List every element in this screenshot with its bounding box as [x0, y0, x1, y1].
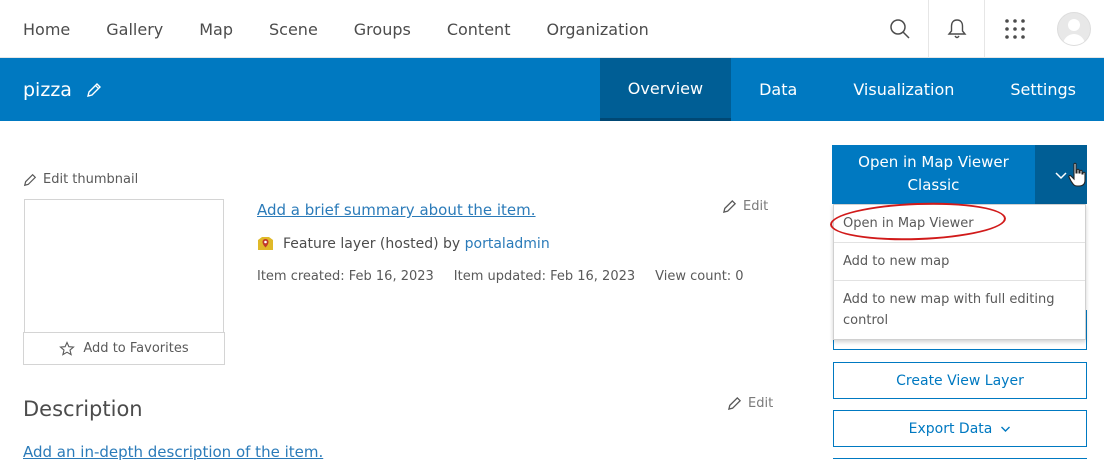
export-data-button[interactable]: Export Data: [833, 410, 1087, 447]
nav-scene[interactable]: Scene: [251, 20, 336, 39]
search-icon: [890, 19, 910, 39]
view-count: View count: 0: [655, 269, 744, 284]
item-type-line: Feature layer (hosted) by portaladmin: [257, 235, 550, 252]
edit-title-icon[interactable]: [86, 82, 102, 98]
add-description-link[interactable]: Add an in-depth description of the item.: [23, 443, 323, 460]
nav-home[interactable]: Home: [0, 20, 88, 39]
item-type-text: Feature layer (hosted) by: [283, 235, 461, 252]
description-heading: Description: [23, 397, 143, 421]
pencil-icon: [23, 173, 37, 186]
edit-description-button[interactable]: Edit: [727, 396, 773, 411]
search-button[interactable]: [872, 0, 928, 58]
nav-content[interactable]: Content: [429, 20, 529, 39]
add-summary-link[interactable]: Add a brief summary about the item.: [257, 201, 536, 219]
item-header: pizza Overview Data Visualization Settin…: [0, 58, 1104, 121]
created-date: Item created: Feb 16, 2023: [257, 269, 434, 284]
pencil-icon: [722, 199, 737, 214]
create-view-layer-button[interactable]: Create View Layer: [833, 362, 1087, 399]
item-metadata: Item created: Feb 16, 2023 Item updated:…: [257, 269, 744, 284]
hand-cursor-icon: [1068, 162, 1086, 187]
nav-map[interactable]: Map: [181, 20, 251, 39]
create-view-layer-label: Create View Layer: [896, 372, 1024, 389]
tab-data[interactable]: Data: [731, 58, 825, 121]
owner-link[interactable]: portaladmin: [465, 236, 550, 252]
add-to-favorites-button[interactable]: Add to Favorites: [23, 332, 225, 365]
menu-item-add-to-new-map-full-editing[interactable]: Add to new map with full editing control: [834, 281, 1085, 339]
bell-icon: [947, 19, 966, 39]
favorites-label: Add to Favorites: [83, 341, 189, 356]
updated-date: Item updated: Feb 16, 2023: [453, 269, 636, 284]
open-in-map-viewer-classic-button[interactable]: Open in Map Viewer Classic: [832, 145, 1035, 204]
nav-groups[interactable]: Groups: [336, 20, 429, 39]
nav-organization[interactable]: Organization: [528, 20, 666, 39]
chevron-down-icon: [1001, 426, 1011, 432]
app-launcher-icon: [1004, 19, 1025, 39]
edit-thumbnail-button[interactable]: Edit thumbnail: [23, 172, 138, 187]
avatar: [1057, 12, 1091, 46]
thumbnail-image: [24, 199, 224, 333]
tab-settings[interactable]: Settings: [982, 58, 1104, 121]
user-menu-button[interactable]: [1044, 0, 1104, 58]
chevron-down-icon: [1055, 171, 1067, 179]
open-button-line2: Classic: [907, 176, 960, 194]
top-navigation: Home Gallery Map Scene Groups Content Or…: [0, 0, 1104, 58]
edit-label: Edit: [748, 396, 774, 411]
feature-layer-icon: [258, 237, 273, 250]
tab-overview[interactable]: Overview: [599, 58, 732, 121]
edit-summary-button[interactable]: Edit: [722, 199, 768, 214]
nav-gallery[interactable]: Gallery: [88, 20, 181, 39]
edit-label: Edit: [743, 199, 769, 214]
app-launcher-button[interactable]: [984, 0, 1044, 58]
star-icon: [59, 340, 76, 356]
tab-visualization[interactable]: Visualization: [825, 58, 982, 121]
item-title: pizza: [23, 78, 72, 101]
menu-item-add-to-new-map[interactable]: Add to new map: [834, 243, 1085, 281]
pencil-icon: [727, 396, 742, 411]
export-data-label: Export Data: [908, 420, 993, 437]
edit-thumbnail-label: Edit thumbnail: [43, 172, 139, 187]
notifications-button[interactable]: [928, 0, 984, 58]
open-button-line1: Open in Map Viewer: [858, 153, 1009, 171]
